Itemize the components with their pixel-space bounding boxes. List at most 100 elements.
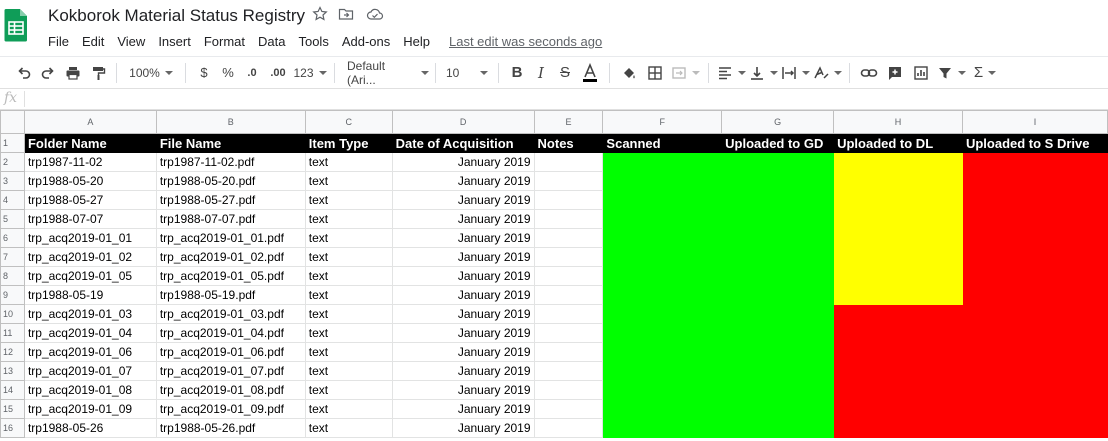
- cell-uploaded-to-gd[interactable]: [721, 171, 835, 191]
- cell-scanned[interactable]: [602, 399, 723, 419]
- redo-icon[interactable]: [36, 61, 60, 85]
- cell-notes[interactable]: [533, 361, 604, 381]
- last-edit-link[interactable]: Last edit was seconds ago: [449, 34, 602, 49]
- cell-uploaded-to-s-drive[interactable]: [961, 342, 1108, 362]
- move-to-folder-icon[interactable]: [338, 6, 356, 24]
- bold-icon[interactable]: B: [505, 61, 529, 85]
- cell-date-of-acquisition[interactable]: January 2019: [391, 228, 535, 248]
- column-header-e[interactable]: E: [533, 110, 604, 134]
- cell-notes[interactable]: [533, 323, 604, 343]
- cell-date-of-acquisition[interactable]: January 2019: [391, 418, 535, 438]
- header-cell-notes[interactable]: Notes: [533, 133, 604, 153]
- cell-uploaded-to-dl[interactable]: [833, 342, 963, 362]
- cell-item-type[interactable]: text: [304, 304, 393, 324]
- header-cell-scanned[interactable]: Scanned: [602, 133, 723, 153]
- cell-item-type[interactable]: text: [304, 342, 393, 362]
- cell-uploaded-to-dl[interactable]: [833, 399, 963, 419]
- row-header[interactable]: 3: [0, 171, 25, 191]
- cloud-saved-icon[interactable]: [366, 6, 384, 24]
- column-header-h[interactable]: H: [833, 110, 963, 134]
- cell-notes[interactable]: [533, 380, 604, 400]
- row-header[interactable]: 9: [0, 285, 25, 305]
- row-header[interactable]: 8: [0, 266, 25, 286]
- vertical-align-select[interactable]: [747, 61, 779, 85]
- row-header[interactable]: 7: [0, 247, 25, 267]
- cell-scanned[interactable]: [602, 190, 723, 210]
- formula-input[interactable]: [30, 90, 1100, 108]
- cell-item-type[interactable]: text: [304, 285, 393, 305]
- cell-uploaded-to-s-drive[interactable]: [961, 228, 1108, 248]
- cell-date-of-acquisition[interactable]: January 2019: [391, 342, 535, 362]
- cell-uploaded-to-s-drive[interactable]: [961, 418, 1108, 438]
- cell-uploaded-to-gd[interactable]: [721, 418, 835, 438]
- cell-uploaded-to-s-drive[interactable]: [961, 304, 1108, 324]
- cell-notes[interactable]: [533, 190, 604, 210]
- cell-uploaded-to-dl[interactable]: [833, 418, 963, 438]
- cell-uploaded-to-gd[interactable]: [721, 304, 835, 324]
- cell-uploaded-to-gd[interactable]: [721, 209, 835, 229]
- cell-item-type[interactable]: text: [304, 152, 393, 172]
- menu-format[interactable]: Format: [204, 34, 245, 49]
- cell-scanned[interactable]: [602, 247, 723, 267]
- cell-notes[interactable]: [533, 399, 604, 419]
- cell-folder-name[interactable]: trp1988-05-19: [23, 285, 157, 305]
- cell-uploaded-to-dl[interactable]: [833, 380, 963, 400]
- cell-notes[interactable]: [533, 304, 604, 324]
- cell-uploaded-to-gd[interactable]: [721, 361, 835, 381]
- menu-help[interactable]: Help: [403, 34, 430, 49]
- print-icon[interactable]: [60, 61, 86, 85]
- cell-scanned[interactable]: [602, 342, 723, 362]
- menu-data[interactable]: Data: [258, 34, 285, 49]
- format-currency-button[interactable]: $: [192, 61, 216, 85]
- header-cell-uploaded-to-s-drive[interactable]: Uploaded to S Drive: [961, 133, 1108, 153]
- cell-uploaded-to-s-drive[interactable]: [961, 190, 1108, 210]
- cell-scanned[interactable]: [602, 304, 723, 324]
- menu-file[interactable]: File: [48, 34, 69, 49]
- cell-folder-name[interactable]: trp_acq2019-01_05: [23, 266, 157, 286]
- header-cell-uploaded-to-dl[interactable]: Uploaded to DL: [833, 133, 963, 153]
- menu-add-ons[interactable]: Add-ons: [342, 34, 390, 49]
- format-percent-button[interactable]: %: [216, 61, 240, 85]
- cell-folder-name[interactable]: trp1988-05-27: [23, 190, 157, 210]
- cell-scanned[interactable]: [602, 380, 723, 400]
- cell-file-name[interactable]: trp1988-05-27.pdf: [155, 190, 306, 210]
- cell-folder-name[interactable]: trp_acq2019-01_02: [23, 247, 157, 267]
- cell-item-type[interactable]: text: [304, 323, 393, 343]
- decrease-decimal-button[interactable]: .0: [240, 61, 264, 85]
- column-header-g[interactable]: G: [721, 110, 835, 134]
- strikethrough-icon[interactable]: S: [553, 61, 577, 85]
- cell-item-type[interactable]: text: [304, 418, 393, 438]
- cell-folder-name[interactable]: trp_acq2019-01_09: [23, 399, 157, 419]
- cell-scanned[interactable]: [602, 228, 723, 248]
- functions-select[interactable]: Σ: [968, 61, 1002, 85]
- cell-date-of-acquisition[interactable]: January 2019: [391, 209, 535, 229]
- cell-notes[interactable]: [533, 247, 604, 267]
- cell-scanned[interactable]: [602, 285, 723, 305]
- cell-uploaded-to-dl[interactable]: [833, 190, 963, 210]
- cell-notes[interactable]: [533, 285, 604, 305]
- cell-uploaded-to-s-drive[interactable]: [961, 380, 1108, 400]
- cell-folder-name[interactable]: trp_acq2019-01_07: [23, 361, 157, 381]
- column-header-i[interactable]: I: [961, 110, 1108, 134]
- cell-date-of-acquisition[interactable]: January 2019: [391, 190, 535, 210]
- cell-scanned[interactable]: [602, 171, 723, 191]
- cell-scanned[interactable]: [602, 361, 723, 381]
- header-cell-item-type[interactable]: Item Type: [304, 133, 393, 153]
- cell-file-name[interactable]: trp_acq2019-01_08.pdf: [155, 380, 306, 400]
- cell-file-name[interactable]: trp_acq2019-01_03.pdf: [155, 304, 306, 324]
- cell-date-of-acquisition[interactable]: January 2019: [391, 171, 535, 191]
- cell-scanned[interactable]: [602, 152, 723, 172]
- cell-scanned[interactable]: [602, 418, 723, 438]
- cell-uploaded-to-s-drive[interactable]: [961, 209, 1108, 229]
- paint-format-icon[interactable]: [86, 61, 110, 85]
- cell-uploaded-to-dl[interactable]: [833, 247, 963, 267]
- cell-item-type[interactable]: text: [304, 380, 393, 400]
- cell-uploaded-to-dl[interactable]: [833, 152, 963, 172]
- cell-uploaded-to-dl[interactable]: [833, 266, 963, 286]
- menu-insert[interactable]: Insert: [158, 34, 191, 49]
- row-header[interactable]: 16: [0, 418, 25, 438]
- menu-view[interactable]: View: [117, 34, 145, 49]
- column-header-f[interactable]: F: [602, 110, 723, 134]
- cell-folder-name[interactable]: trp_acq2019-01_06: [23, 342, 157, 362]
- cell-item-type[interactable]: text: [304, 190, 393, 210]
